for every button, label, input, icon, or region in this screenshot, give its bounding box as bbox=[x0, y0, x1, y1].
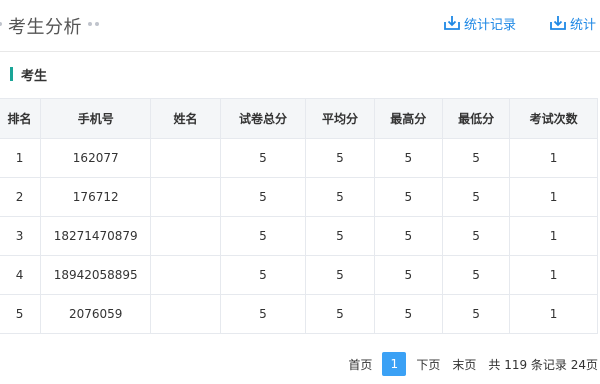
cell-average: 5 bbox=[305, 255, 375, 295]
table-row[interactable]: 3 18271470879 5 5 5 5 1 bbox=[0, 216, 598, 256]
export-stats-label: 统计 bbox=[570, 17, 597, 33]
cell-name bbox=[150, 216, 221, 256]
collapse-dot-icon bbox=[0, 22, 2, 26]
cell-name bbox=[150, 177, 221, 217]
column-header-phone[interactable]: 手机号 bbox=[40, 98, 152, 139]
section-accent-bar bbox=[10, 67, 13, 81]
cell-total-score: 5 bbox=[219, 255, 307, 295]
download-tray-icon bbox=[444, 16, 460, 30]
column-header-rank[interactable]: 排名 bbox=[0, 98, 42, 139]
table-row[interactable]: 2 176712 5 5 5 5 1 bbox=[0, 177, 598, 217]
cell-highest: 5 bbox=[373, 255, 443, 295]
column-header-lowest[interactable]: 最低分 bbox=[441, 98, 511, 139]
table-row[interactable]: 5 2076059 5 5 5 5 1 bbox=[0, 294, 598, 334]
cell-lowest: 5 bbox=[441, 138, 511, 178]
candidate-table: 排名 手机号 姓名 试卷总分 平均分 最高分 最低分 考试次数 1 162077… bbox=[0, 98, 598, 334]
cell-total-score: 5 bbox=[219, 177, 307, 217]
first-page-link[interactable]: 首页 bbox=[348, 356, 372, 373]
cell-rank: 3 bbox=[0, 216, 42, 256]
cell-name bbox=[150, 294, 221, 334]
cell-phone: 18271470879 bbox=[40, 216, 152, 256]
export-stats-button[interactable]: 统计 bbox=[549, 12, 596, 34]
cell-total-score: 5 bbox=[219, 216, 307, 256]
table-row[interactable]: 1 162077 5 5 5 5 1 bbox=[0, 138, 598, 178]
cell-average: 5 bbox=[305, 177, 375, 217]
more-dots-icon[interactable] bbox=[88, 22, 99, 26]
section-title: 考生 bbox=[21, 69, 48, 84]
column-header-average[interactable]: 平均分 bbox=[305, 98, 375, 139]
cell-rank: 1 bbox=[0, 138, 42, 178]
cell-name bbox=[150, 138, 221, 178]
cell-average: 5 bbox=[305, 294, 375, 334]
column-header-name[interactable]: 姓名 bbox=[150, 98, 221, 139]
cell-lowest: 5 bbox=[441, 177, 511, 217]
table-header-row: 排名 手机号 姓名 试卷总分 平均分 最高分 最低分 考试次数 bbox=[0, 98, 598, 139]
cell-rank: 5 bbox=[0, 294, 42, 334]
cell-highest: 5 bbox=[373, 294, 443, 334]
next-page-link[interactable]: 下页 bbox=[416, 356, 440, 373]
cell-lowest: 5 bbox=[441, 216, 511, 256]
page-header: 考生分析 统计记录 统计 bbox=[0, 0, 600, 52]
cell-total-score: 5 bbox=[219, 294, 307, 334]
download-tray-icon bbox=[550, 16, 566, 30]
column-header-total-score[interactable]: 试卷总分 bbox=[219, 98, 307, 139]
column-header-exam-count[interactable]: 考试次数 bbox=[509, 98, 598, 139]
cell-lowest: 5 bbox=[441, 294, 511, 334]
column-header-highest[interactable]: 最高分 bbox=[373, 98, 443, 139]
cell-phone: 176712 bbox=[40, 177, 152, 217]
cell-exam-count: 1 bbox=[509, 294, 598, 334]
cell-average: 5 bbox=[305, 216, 375, 256]
cell-exam-count: 1 bbox=[509, 177, 598, 217]
cell-total-score: 5 bbox=[219, 138, 307, 178]
pagination: 首页 1 下页 末页 共 119 条记录 24页 bbox=[342, 352, 598, 376]
cell-rank: 4 bbox=[0, 255, 42, 295]
cell-phone: 162077 bbox=[40, 138, 152, 178]
section-header: 考生 bbox=[0, 53, 600, 97]
cell-exam-count: 1 bbox=[509, 255, 598, 295]
export-records-button[interactable]: 统计记录 bbox=[443, 12, 516, 34]
cell-highest: 5 bbox=[373, 138, 443, 178]
cell-phone: 18942058895 bbox=[40, 255, 152, 295]
cell-phone: 2076059 bbox=[40, 294, 152, 334]
cell-rank: 2 bbox=[0, 177, 42, 217]
cell-exam-count: 1 bbox=[509, 138, 598, 178]
page-title: 考生分析 bbox=[8, 17, 82, 38]
cell-exam-count: 1 bbox=[509, 216, 598, 256]
cell-highest: 5 bbox=[373, 216, 443, 256]
cell-name bbox=[150, 255, 221, 295]
current-page-button[interactable]: 1 bbox=[382, 352, 407, 376]
cell-average: 5 bbox=[305, 138, 375, 178]
cell-highest: 5 bbox=[373, 177, 443, 217]
pagination-summary: 共 119 条记录 24页 bbox=[488, 357, 598, 372]
export-records-label: 统计记录 bbox=[464, 17, 517, 33]
table-row[interactable]: 4 18942058895 5 5 5 5 1 bbox=[0, 255, 598, 295]
cell-lowest: 5 bbox=[441, 255, 511, 295]
last-page-link[interactable]: 末页 bbox=[452, 356, 476, 373]
